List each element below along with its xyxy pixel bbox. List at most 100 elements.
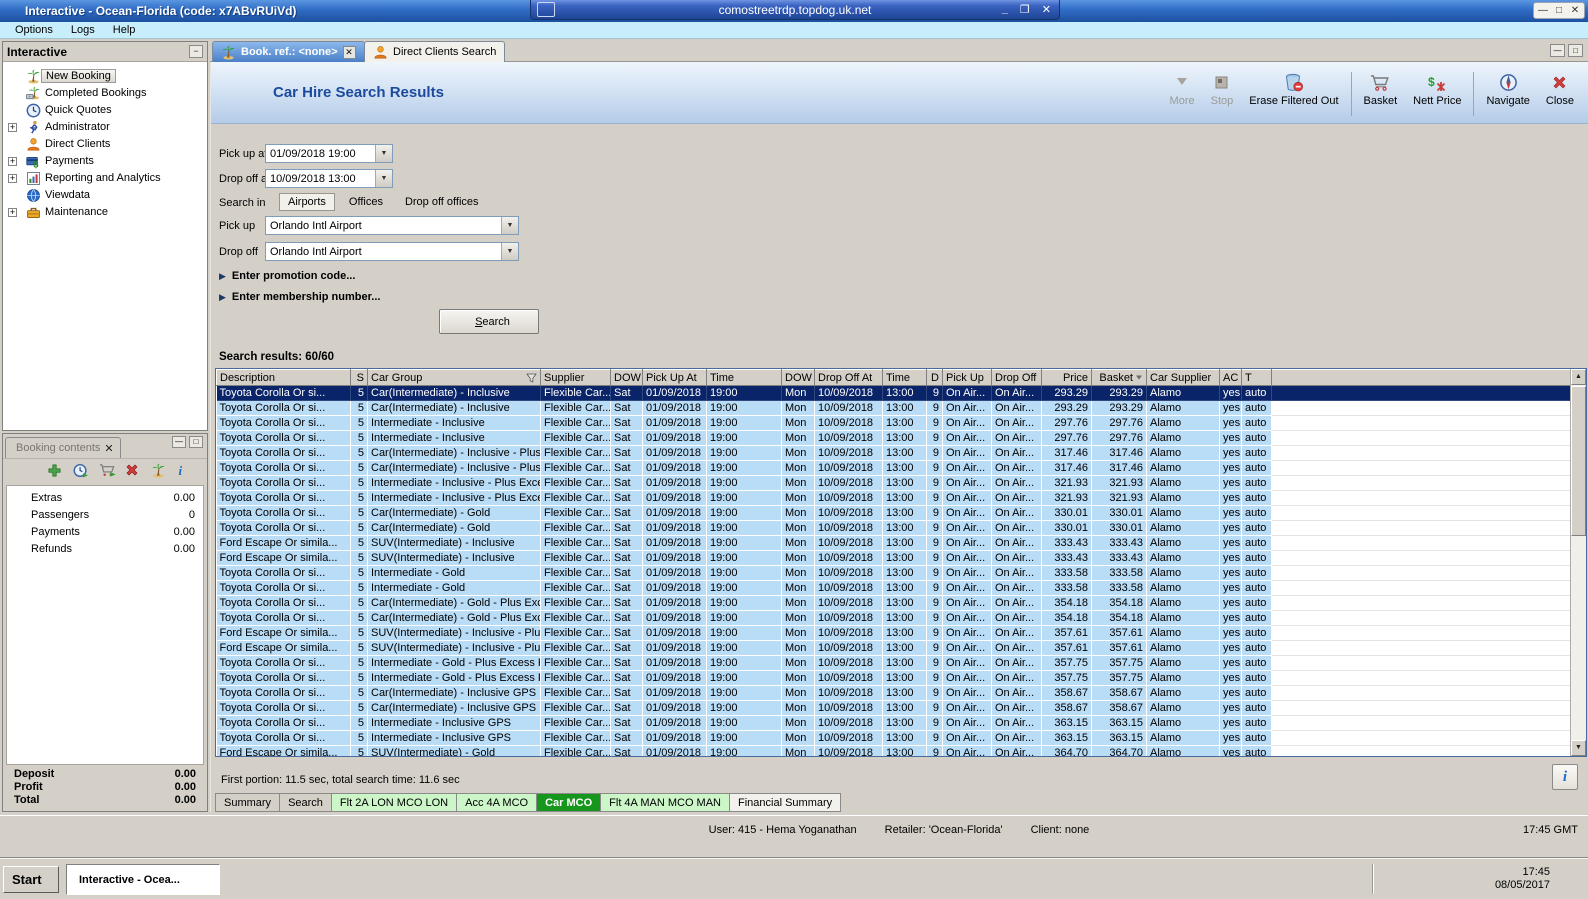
result-row[interactable]: Toyota Corolla Or si... 5 Car(Intermediate… [216, 520, 1572, 536]
tab-book-ref-none-[interactable]: Book. ref.: <none> ✕ [212, 41, 365, 62]
column-header-supplier[interactable]: Supplier [540, 369, 611, 386]
result-row[interactable]: Toyota Corolla Or si... 5 Car(Intermediate… [216, 595, 1572, 611]
delete-icon[interactable] [125, 463, 141, 479]
result-row[interactable]: Toyota Corolla Or si... 5 Car(Intermediate… [216, 400, 1572, 416]
search-button[interactable]: Search [439, 309, 539, 334]
connection-tray-icon[interactable] [1437, 870, 1455, 888]
result-row[interactable]: Toyota Corolla Or si... 5 Car(Intermediate… [216, 460, 1572, 476]
bottom-tab-car-mco[interactable]: Car MCO [537, 793, 602, 812]
column-header-drop-off[interactable]: Drop Off [991, 369, 1042, 386]
column-header-pick-up-at[interactable]: Pick Up At [642, 369, 707, 386]
result-row[interactable]: Toyota Corolla Or si... 5 Intermediate - I… [216, 430, 1572, 446]
sidebar-item-viewdata[interactable]: Viewdata [3, 187, 207, 204]
result-row[interactable]: Toyota Corolla Or si... 5 Intermediate - G… [216, 655, 1572, 671]
close-button[interactable]: Close [1538, 69, 1582, 119]
result-row[interactable]: Toyota Corolla Or si... 5 Intermediate - G… [216, 580, 1572, 596]
add-icon[interactable] [47, 463, 63, 479]
booking-close-icon[interactable]: ✕ [104, 442, 113, 455]
tab-direct-clients-search[interactable]: Direct Clients Search [364, 41, 506, 62]
booking-row[interactable]: Passengers 0 [7, 507, 203, 524]
volume-muted-tray-icon[interactable] [1463, 870, 1481, 888]
scroll-down-icon[interactable]: ▼ [1571, 740, 1586, 756]
membership-expander[interactable]: ▶ Enter membership number... [219, 291, 380, 303]
display-tray-icon[interactable] [1564, 870, 1582, 888]
result-row[interactable]: Toyota Corolla Or si... 5 Intermediate - I… [216, 715, 1572, 731]
search-in-offices[interactable]: Offices [341, 194, 391, 210]
pickup-at-dropdown-icon[interactable]: ▼ [375, 145, 392, 162]
result-row[interactable]: Toyota Corolla Or si... 5 Car(Intermediate… [216, 445, 1572, 461]
result-row[interactable]: Toyota Corolla Or si... 5 Car(Intermediate… [216, 700, 1572, 716]
bottom-tab-flt-2a-lon-mco-lon[interactable]: Flt 2A LON MCO LON [331, 793, 458, 812]
column-header-basket[interactable]: Basket [1091, 369, 1147, 386]
bottom-tab-acc-4a-mco[interactable]: Acc 4A MCO [457, 793, 538, 812]
column-header-time[interactable]: Time [706, 369, 782, 386]
bottom-tab-flt-4a-man-mco-man[interactable]: Flt 4A MAN MCO MAN [601, 793, 730, 812]
start-button[interactable]: Start [3, 866, 59, 893]
result-row[interactable]: Ford Escape Or simila... 5 SUV(Intermediat… [216, 640, 1572, 656]
expand-plus-icon[interactable]: + [8, 208, 17, 217]
basket-add-icon[interactable] [99, 463, 116, 479]
sidebar-item-completed-bookings[interactable]: Completed Bookings [3, 85, 207, 102]
result-row[interactable]: Toyota Corolla Or si... 5 Car(Intermediate… [216, 685, 1572, 701]
bottom-tab-search[interactable]: Search [280, 793, 332, 812]
booking-row[interactable]: Refunds 0.00 [7, 541, 203, 558]
column-header-pick-up[interactable]: Pick Up [942, 369, 992, 386]
minimize-button[interactable]: — [1537, 5, 1549, 16]
pickup-combo[interactable]: Orlando Intl Airport ▼ [265, 216, 519, 235]
expand-plus-icon[interactable]: + [8, 123, 17, 132]
erase-filtered-out-button[interactable]: Erase Filtered Out [1241, 69, 1346, 119]
bottom-tab-summary[interactable]: Summary [215, 793, 281, 812]
column-header-drop-off-at[interactable]: Drop Off At [814, 369, 883, 386]
panel-minimize-button[interactable]: — [1550, 44, 1565, 57]
column-header-time[interactable]: Time [882, 369, 927, 386]
expand-plus-icon[interactable]: + [8, 174, 17, 183]
result-row[interactable]: Ford Escape Or simila... 5 SUV(Intermediat… [216, 535, 1572, 551]
column-header-t[interactable]: T [1241, 369, 1272, 386]
result-row[interactable]: Ford Escape Or simila... 5 SUV(Intermediat… [216, 625, 1572, 641]
booking-row[interactable]: Extras 0.00 [7, 490, 203, 507]
booking-maximize-button[interactable]: □ [189, 436, 203, 448]
filter-icon[interactable] [526, 373, 537, 383]
tab-close-icon[interactable]: ✕ [342, 45, 356, 59]
navigate-button[interactable]: Navigate [1478, 69, 1537, 119]
antivirus-tray-icon[interactable] [1385, 870, 1403, 888]
result-row[interactable]: Toyota Corolla Or si... 5 Car(Intermediate… [216, 610, 1572, 626]
expand-plus-icon[interactable]: + [8, 157, 17, 166]
pickup-at-combo[interactable]: 01/09/2018 19:00 ▼ [265, 144, 393, 163]
booking-row[interactable]: Payments 0.00 [7, 524, 203, 541]
scroll-up-icon[interactable]: ▲ [1571, 369, 1586, 385]
result-row[interactable]: Toyota Corolla Or si... 5 Intermediate - I… [216, 475, 1572, 491]
result-row[interactable]: Ford Escape Or simila... 5 SUV(Intermediat… [216, 550, 1572, 566]
result-row[interactable]: Toyota Corolla Or si... 5 Intermediate - I… [216, 415, 1572, 431]
menu-item-logs[interactable]: Logs [62, 23, 104, 37]
basket-button[interactable]: Basket [1356, 69, 1406, 119]
nett-price-button[interactable]: $ Nett Price [1405, 69, 1469, 119]
rdp-restore-button[interactable]: ❐ [1020, 3, 1030, 16]
pickup-dropdown-icon[interactable]: ▼ [501, 217, 518, 234]
scroll-thumb[interactable] [1571, 386, 1586, 536]
column-header-ac[interactable]: AC [1219, 369, 1242, 386]
dropoff-at-combo[interactable]: 10/09/2018 13:00 ▼ [265, 169, 393, 188]
sidebar-collapse-button[interactable]: − [189, 45, 203, 58]
maximize-button[interactable]: □ [1553, 5, 1565, 16]
column-header-price[interactable]: Price [1041, 369, 1092, 386]
booking-contents-tab[interactable]: Booking contents ✕ [5, 437, 121, 458]
sidebar-item-direct-clients[interactable]: Direct Clients [3, 136, 207, 153]
bottom-tab-financial-summary[interactable]: Financial Summary [730, 793, 842, 812]
network-card-tray-icon[interactable] [1411, 870, 1429, 888]
result-row[interactable]: Toyota Corolla Or si... 5 Intermediate - I… [216, 730, 1572, 746]
menu-item-options[interactable]: Options [6, 23, 62, 37]
search-in-airports[interactable]: Airports [279, 193, 335, 211]
column-header-dow[interactable]: DOW [781, 369, 815, 386]
result-row[interactable]: Toyota Corolla Or si... 5 Intermediate - I… [216, 490, 1572, 506]
sidebar-item-payments[interactable]: + $ Payments [3, 153, 207, 170]
column-header-description[interactable]: Description [216, 369, 351, 386]
dropoff-dropdown-icon[interactable]: ▼ [501, 243, 518, 260]
rdp-close-button[interactable]: ✕ [1042, 3, 1051, 16]
dropoff-combo[interactable]: Orlando Intl Airport ▼ [265, 242, 519, 261]
booking-minimize-button[interactable]: — [172, 436, 186, 448]
sidebar-item-quick-quotes[interactable]: Quick Quotes [3, 102, 207, 119]
rdp-minimize-button[interactable]: _ [1002, 3, 1008, 16]
taskbar-app-button[interactable]: Interactive - Ocea... [66, 864, 220, 895]
info-icon[interactable]: i [177, 463, 193, 479]
